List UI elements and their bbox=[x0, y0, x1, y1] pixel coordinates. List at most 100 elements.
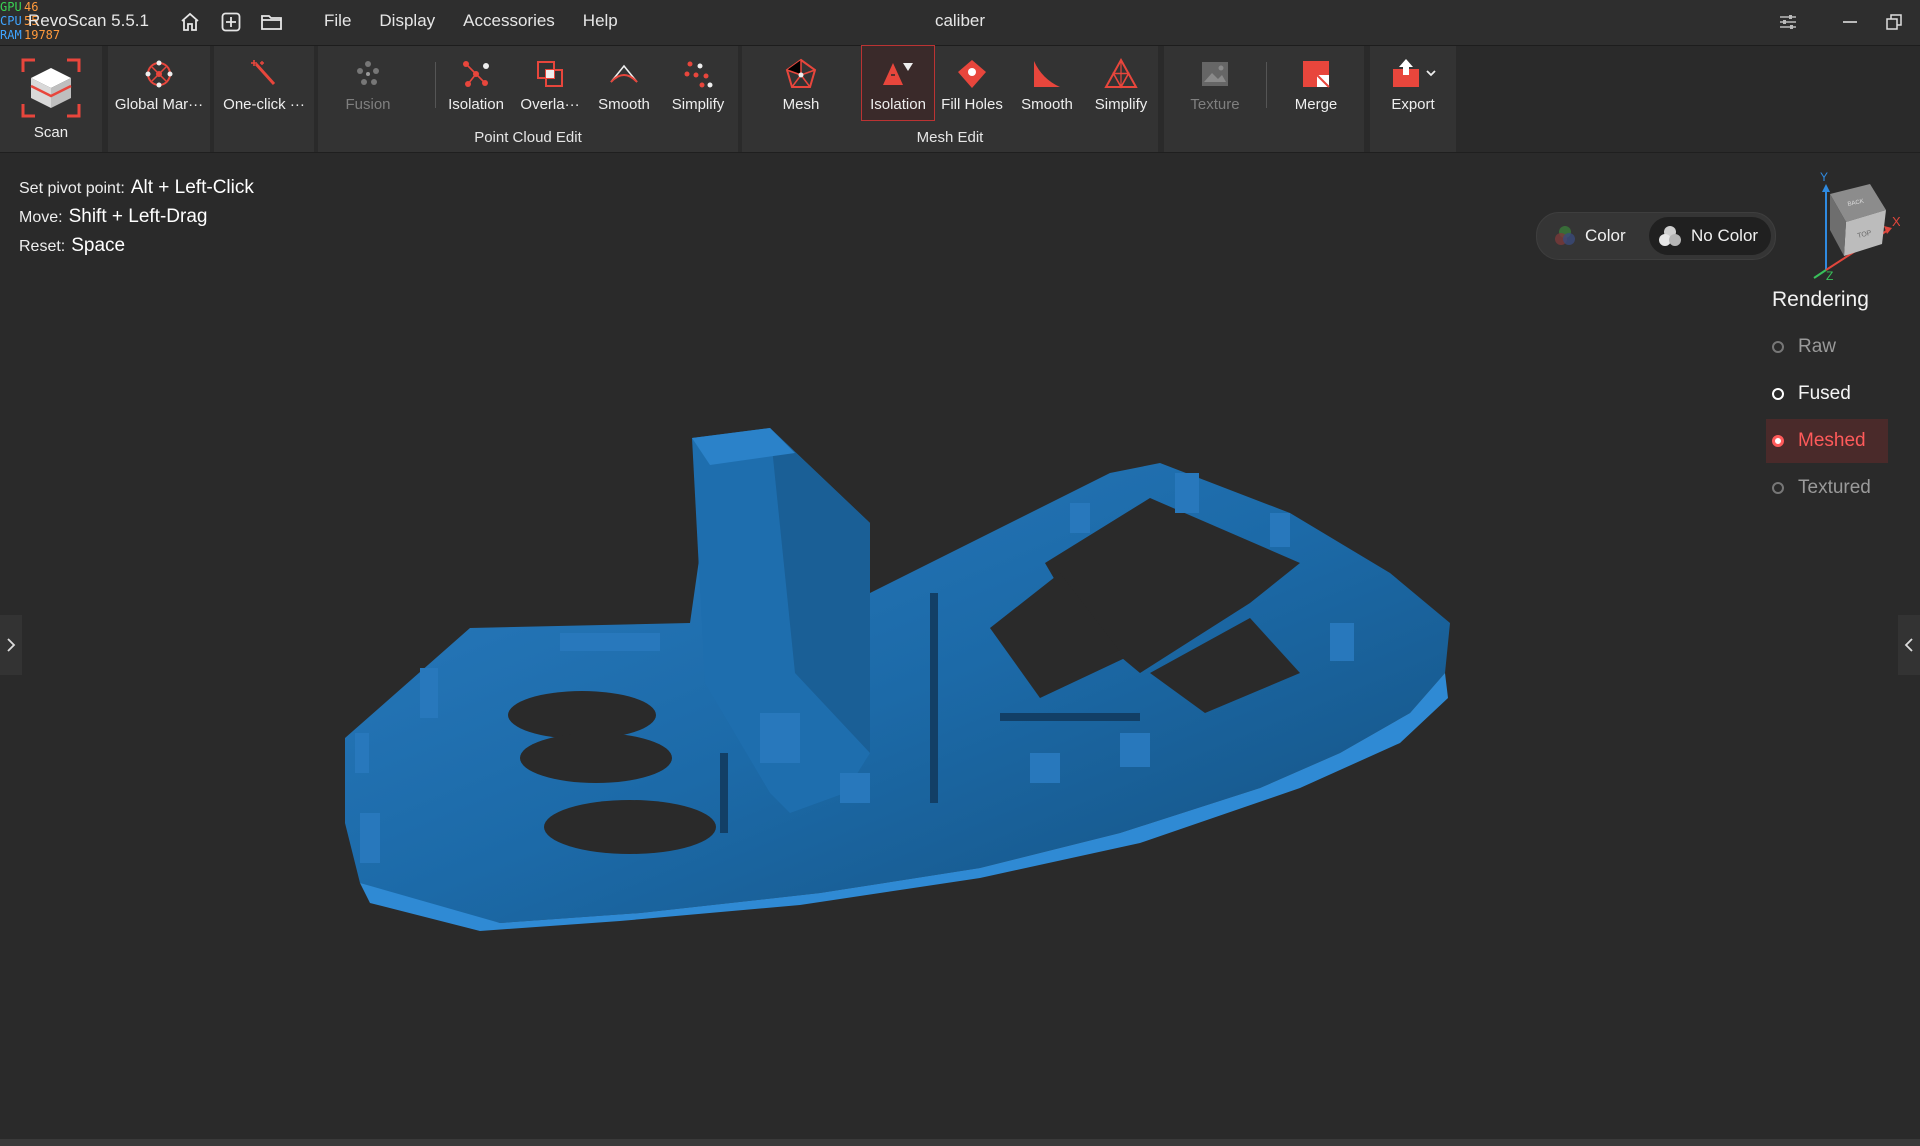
mesh-smooth-button[interactable]: Smooth bbox=[1010, 46, 1084, 120]
title-bar: GPU 46 CPU 55 RAM 19787 RevoScan 5.5.1 File… bbox=[0, 0, 1920, 46]
color-option[interactable]: Color bbox=[1547, 217, 1659, 255]
hint-value: Space bbox=[71, 235, 126, 256]
texture-label: Texture bbox=[1190, 96, 1240, 113]
overlap-label: Overla··· bbox=[520, 96, 580, 113]
axis-z-label: Z bbox=[1826, 269, 1833, 280]
pc-smooth-label: Smooth bbox=[598, 96, 650, 113]
hint-key: Move: bbox=[19, 209, 63, 226]
scanned-mesh-model[interactable] bbox=[0, 153, 1920, 1139]
hint-value: Alt + Left-Click bbox=[130, 177, 254, 198]
pc-simplify-icon bbox=[680, 56, 716, 92]
pc-smooth-button[interactable]: Smooth bbox=[587, 46, 661, 120]
toolbar: Scan Global Mar··· One-click ··· Fusion bbox=[0, 45, 1920, 153]
merge-label: Merge bbox=[1294, 96, 1338, 113]
toolbar-divider bbox=[435, 62, 436, 108]
fusion-icon bbox=[350, 56, 386, 92]
pc-simplify-button[interactable]: Simplify bbox=[661, 46, 735, 120]
pc-smooth-icon bbox=[606, 56, 642, 92]
pc-simplify-label: Simplify bbox=[671, 96, 725, 113]
mesh-isolation-label: Isolation bbox=[870, 96, 926, 113]
no-color-option[interactable]: No Color bbox=[1649, 217, 1771, 255]
fill-holes-button[interactable]: Fill Holes bbox=[934, 46, 1010, 120]
restore-icon[interactable] bbox=[1878, 8, 1910, 36]
export-icon bbox=[1383, 56, 1443, 92]
left-panel-toggle[interactable] bbox=[0, 615, 22, 675]
no-color-option-label: No Color bbox=[1691, 226, 1759, 245]
point-cloud-edit-group: Fusion Isolation Overla··· Smooth Simpli… bbox=[318, 46, 738, 152]
menu-display[interactable]: Display bbox=[365, 0, 449, 42]
global-markers-button[interactable]: Global Mar··· bbox=[108, 46, 210, 120]
rendering-raw-option[interactable]: Raw bbox=[1766, 325, 1888, 369]
open-folder-icon[interactable] bbox=[258, 8, 286, 36]
mesh-smooth-icon bbox=[1029, 56, 1065, 92]
rendering-textured-label: Textured bbox=[1798, 477, 1871, 498]
pc-isolation-button[interactable]: Isolation bbox=[439, 46, 513, 120]
chevron-right-icon bbox=[7, 638, 16, 652]
mesh-simplify-button[interactable]: Simplify bbox=[1084, 46, 1158, 120]
hint-value: Shift + Left-Drag bbox=[68, 206, 208, 227]
texture-merge-group: Texture Merge bbox=[1164, 46, 1364, 152]
mesh-isolation-icon bbox=[880, 56, 916, 92]
one-click-group: One-click ··· bbox=[214, 46, 314, 152]
shortcut-hints: Set pivot point: Alt + Left-Click Move: Sh… bbox=[19, 174, 254, 261]
fill-holes-label: Fill Holes bbox=[941, 96, 1003, 113]
app-name: RevoScan 5.5.1 bbox=[28, 11, 149, 30]
new-project-icon[interactable] bbox=[217, 8, 245, 36]
axis-x-label: X bbox=[1892, 214, 1900, 229]
perf-gpu-label: GPU bbox=[0, 0, 22, 14]
mesh-label: Mesh bbox=[782, 96, 820, 113]
menu-bar: File Display Accessories Help bbox=[310, 0, 632, 42]
right-panel-toggle[interactable] bbox=[1898, 615, 1920, 675]
menu-help[interactable]: Help bbox=[569, 0, 632, 42]
one-click-button[interactable]: One-click ··· bbox=[214, 46, 314, 120]
magic-wand-icon bbox=[246, 56, 282, 92]
grey-circles-icon bbox=[1659, 226, 1681, 246]
axis-y-label: Y bbox=[1820, 170, 1828, 184]
mesh-isolation-button[interactable]: Isolation bbox=[861, 45, 935, 121]
view-orientation-cube[interactable]: Y X Z BACK TOP bbox=[1800, 170, 1900, 280]
rendering-textured-option[interactable]: Textured bbox=[1766, 466, 1888, 510]
mesh-simplify-label: Simplify bbox=[1094, 96, 1148, 113]
home-icon[interactable] bbox=[176, 8, 204, 36]
global-markers-icon bbox=[141, 56, 177, 92]
document-title: caliber bbox=[934, 11, 986, 30]
texture-image-icon bbox=[1197, 56, 1233, 92]
rendering-meshed-label: Meshed bbox=[1798, 430, 1866, 451]
rendering-meshed-option[interactable]: Meshed bbox=[1766, 419, 1888, 463]
menu-accessories[interactable]: Accessories bbox=[449, 0, 569, 42]
pc-isolation-icon bbox=[458, 56, 494, 92]
minimize-icon[interactable] bbox=[1834, 8, 1866, 36]
perf-cpu-label: CPU bbox=[0, 14, 22, 28]
toolbar-divider bbox=[1266, 62, 1267, 108]
bottom-status-strip bbox=[0, 1139, 1920, 1146]
rendering-fused-option[interactable]: Fused bbox=[1766, 372, 1888, 416]
hint-key: Reset: bbox=[19, 238, 66, 255]
fusion-button[interactable]: Fusion bbox=[332, 46, 404, 120]
settings-sliders-icon[interactable] bbox=[1772, 8, 1804, 36]
scan-group: Scan bbox=[0, 46, 102, 152]
mesh-button[interactable]: Mesh bbox=[764, 46, 838, 120]
texture-button[interactable]: Texture bbox=[1178, 46, 1252, 120]
overlap-icon bbox=[532, 56, 568, 92]
rendering-raw-label: Raw bbox=[1798, 336, 1837, 357]
merge-button[interactable]: Merge bbox=[1278, 46, 1354, 120]
one-click-label: One-click ··· bbox=[223, 96, 305, 113]
menu-file[interactable]: File bbox=[310, 0, 365, 42]
scan-label: Scan bbox=[33, 124, 69, 141]
radio-selected-icon bbox=[1772, 435, 1784, 447]
3d-viewport[interactable] bbox=[0, 153, 1920, 1139]
export-group: Export bbox=[1370, 46, 1456, 152]
scan-cube-icon bbox=[19, 56, 83, 120]
hint-key: Set pivot point: bbox=[19, 180, 125, 197]
chevron-left-icon bbox=[1904, 638, 1913, 652]
radio-icon bbox=[1772, 341, 1784, 353]
scan-button[interactable]: Scan bbox=[0, 46, 102, 152]
color-option-label: Color bbox=[1585, 226, 1626, 245]
export-button[interactable]: Export bbox=[1370, 46, 1456, 120]
mesh-edit-group: Mesh Isolation Fill Holes Smooth Simplif… bbox=[742, 45, 1158, 152]
overlap-button[interactable]: Overla··· bbox=[513, 46, 587, 120]
merge-icon bbox=[1298, 56, 1334, 92]
global-markers-group: Global Mar··· bbox=[108, 46, 210, 152]
radio-icon bbox=[1772, 482, 1784, 494]
global-markers-label: Global Mar··· bbox=[114, 96, 204, 113]
